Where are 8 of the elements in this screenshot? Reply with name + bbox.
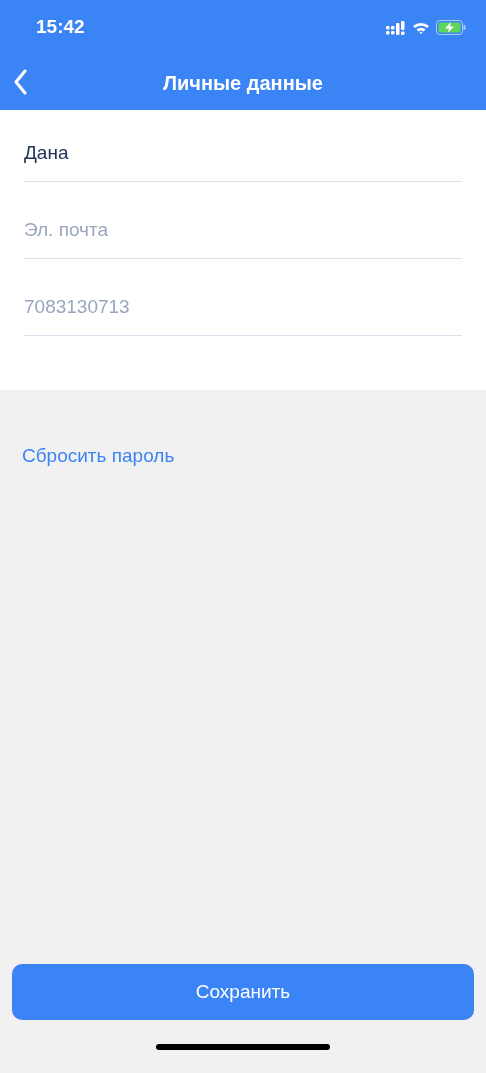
battery-icon xyxy=(436,20,466,35)
wifi-icon xyxy=(412,20,430,35)
reset-password-link[interactable]: Сбросить пароль xyxy=(22,445,175,466)
back-chevron-icon xyxy=(13,69,27,95)
save-button[interactable]: Сохранить xyxy=(12,964,474,1020)
signal-icon xyxy=(386,20,406,35)
screen-title: Личные данные xyxy=(163,70,323,96)
status-time: 15:42 xyxy=(36,15,85,40)
